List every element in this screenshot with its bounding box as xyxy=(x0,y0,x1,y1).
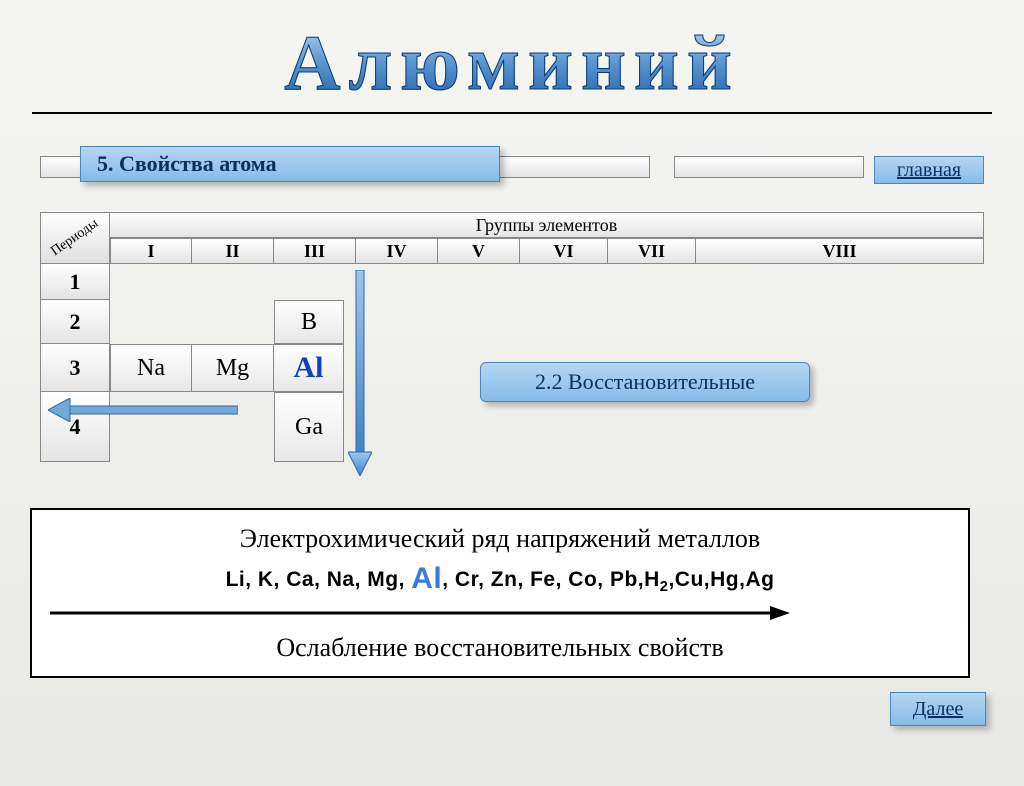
period3-row: Na Mg Al xyxy=(110,344,344,392)
group-cell: VIII xyxy=(696,238,984,264)
group-cell: V xyxy=(438,238,520,264)
home-link[interactable]: главная xyxy=(874,156,984,184)
title-rule xyxy=(32,112,992,114)
topic-tab: 5. Свойства атома xyxy=(80,146,500,182)
topbar-right-strip xyxy=(674,156,864,178)
group-cell: I xyxy=(110,238,192,264)
next-link[interactable]: Далее xyxy=(890,692,986,726)
arrow-right-icon xyxy=(50,606,790,620)
period-cell: 3 xyxy=(40,344,110,392)
arrow-left-icon xyxy=(48,398,238,422)
series-title: Электрохимический ряд напряжений металло… xyxy=(50,524,950,554)
series-list: Li, K, Ca, Na, Mg, Al, Cr, Zn, Fe, Co, P… xyxy=(50,562,950,596)
element-Ga: Ga xyxy=(274,392,344,462)
period-cell: 1 xyxy=(40,264,110,300)
group-cell: VI xyxy=(520,238,608,264)
group-cell: VII xyxy=(608,238,696,264)
series-al-highlight: Al xyxy=(411,562,442,595)
top-bar: 5. Свойства атома главная xyxy=(40,146,984,188)
group-cell: III xyxy=(274,238,356,264)
arrow-down-icon xyxy=(348,270,372,476)
group-cell: II xyxy=(192,238,274,264)
series-caption: Ослабление восстановительных свойств xyxy=(50,633,950,663)
group-numbers-row: I II III IV V VI VII VIII xyxy=(110,238,984,264)
property-badge: 2.2 Восстановительные xyxy=(480,362,810,402)
element-B: B xyxy=(274,300,344,344)
periods-header: Периоды xyxy=(40,212,110,264)
activity-series-box: Электрохимический ряд напряжений металло… xyxy=(30,508,970,678)
groups-header: Группы элементов xyxy=(110,212,984,238)
element-Mg: Mg xyxy=(192,344,274,392)
period-numbers-col: 1 2 3 4 xyxy=(40,264,110,462)
period-cell: 2 xyxy=(40,300,110,344)
element-Al: Al xyxy=(274,344,344,392)
group-cell: IV xyxy=(356,238,438,264)
element-Na: Na xyxy=(110,344,192,392)
page-title: Алюминий xyxy=(0,18,1024,108)
